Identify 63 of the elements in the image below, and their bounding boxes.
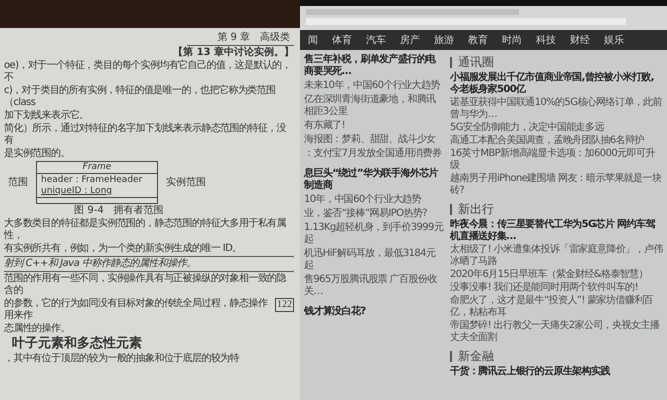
title-bar-mark [450, 57, 452, 68]
book-text: 是实例范围的。 [4, 148, 71, 160]
nav-link[interactable]: 科技 [536, 33, 556, 47]
news-link[interactable]: 没事没事! 我们还是能同时用两个软件叫车的! [450, 282, 663, 294]
news-link[interactable]: 命肥火了，这才是最牛“投资人”! 蒙家坊借赚利百亿，粘粘布耳 [450, 295, 663, 319]
page-number: 122 [275, 298, 294, 312]
book-text: c)，对于类目的所有实例，特征的值是唯一的，也把它称为类范围（class [4, 85, 276, 109]
news-link[interactable]: 诺基亚获得中国联通10%的5G核心网络订单，此前曾与华为… [450, 97, 663, 121]
nav-link[interactable]: 时尚 [502, 33, 522, 47]
book-note: 射到 C++和 Java 中称作静态的属性和操作。 [4, 256, 294, 272]
news-link[interactable]: 10年，中国60个行业大趋势 [304, 194, 444, 206]
book-text: 范围的作用有一些不同，实例操作具有与正被操纵的对象相一致的隐含的 [4, 273, 288, 298]
section-title: 新金融 [458, 348, 494, 365]
nav-link[interactable]: 旅游 [434, 33, 454, 47]
class-attribute: uniqueID : Long [41, 186, 113, 196]
nav-link[interactable]: 体育 [332, 33, 352, 47]
news-link[interactable]: 5G安全防御能力，决定中国能走多远 [450, 122, 663, 134]
book-text: 的参数，它的行为如同没有目标对象的传统全局过程，静态操作用来作 [4, 298, 269, 322]
figure-caption: 图 9-4 拥有者范围 [74, 205, 164, 218]
book-text: 大多数类目的特征都是实例范围的，静态范围的特征大多用于私有属性， [4, 218, 288, 242]
section-title: 新出行 [458, 201, 494, 218]
nav-link[interactable]: 闻 [308, 33, 318, 47]
running-head: 第 9 章 高级类 [187, 32, 294, 46]
news-link[interactable]: 售965万股腾讯股票 广百股份收关… [304, 274, 444, 298]
news-link[interactable]: 有东藏了! [304, 120, 444, 132]
news-link[interactable]: 16英寸MBP新增高端显卡选项：加6000元即可升级 [450, 148, 663, 172]
news-link[interactable]: 高通工本配合美国调查，孟晚舟团队抽6名辩护 [450, 135, 663, 147]
class-name: Frame [37, 162, 157, 174]
section-title: 通讯圈 [458, 54, 494, 71]
nav-link[interactable]: 房产 [400, 33, 420, 47]
news-link[interactable]: 亿在深圳青海街道豪地，和腾讯相距3公里 [304, 94, 444, 118]
news-link[interactable]: 息巨头“绕过”华为联手海外芯片制造商 [304, 168, 444, 192]
diagram-label: 范围 [8, 176, 28, 189]
news-link[interactable]: 海报图：梦莉、甜甜、战斗少女 [304, 134, 444, 146]
news-link[interactable]: 售三年补税，刷单发产盛行的电商要哭死… [304, 54, 444, 78]
news-link[interactable]: 小福服发展出千亿市值商业帝国,曾控被小米打败,今老板身家500亿 [450, 72, 663, 96]
book-text: 有实例所共有，例如，为一个类的新实例生成的唯一 ID。 [4, 243, 243, 256]
news-link[interactable]: 太相级了! 小米遭集体投诉「雷家庭意降价」，卢伟冰晒了马路 [450, 244, 663, 268]
book-text: 态属性的操作。 [4, 323, 71, 336]
news-link[interactable]: 未来10年，中国60个行业大趋势 [304, 80, 444, 92]
section-heading: 叶子元素和多态性元素 [12, 336, 143, 352]
news-link[interactable]: 帝国梦碎! 出行教父一天痛失2家公司，央视女主播丈夫全面割 [450, 320, 663, 344]
nav-link[interactable]: 财经 [570, 33, 590, 47]
nav-link[interactable]: 汽车 [366, 33, 386, 47]
class-attribute: header : FrameHeader [41, 174, 144, 186]
nav-link[interactable]: 娱乐 [604, 33, 624, 47]
diagram-label: 实例范围 [166, 176, 206, 189]
news-link[interactable]: 2020年6月15日早班车（紫金财经&格泰智慧） [450, 269, 663, 281]
book-text: 加下划线来表示它。 [4, 110, 90, 122]
news-link[interactable]: 1.13Kg超轻机身，到手价3999元起 [304, 222, 444, 246]
news-link[interactable]: 业，鉴否“接棒”网易IPO热势? [304, 208, 444, 220]
news-link[interactable]: ：支付宝7月发放全国通用消费券 [304, 148, 444, 160]
book-text: ，其中有位于顶层的较为一般的抽象和位于底层的较为特 [4, 352, 240, 365]
nav-link[interactable]: 教育 [468, 33, 488, 47]
title-bar-mark [450, 204, 452, 215]
news-link[interactable]: 越南男子用iPhone建围墙 网友：暗示苹果就是一块砖? [450, 173, 663, 197]
news-link[interactable]: 昨夜今晨：传三星要替代工华为5G芯片 网约车驾机直播送好集… [450, 219, 663, 243]
book-text: 简化）所示，通过对特征的名字加下划线来表示静态范围的特征，没有 [4, 123, 288, 147]
news-link[interactable]: 干货：腾讯云上银行的云原生架构实践 [450, 366, 663, 378]
title-bar-mark [450, 351, 452, 362]
news-link[interactable]: 钱才算没白花? [304, 306, 444, 318]
book-text: 【第 13 章中讨论实例。】 [173, 47, 294, 59]
news-link[interactable]: 机迅HiF解码耳放，最低3184元起 [304, 248, 444, 272]
